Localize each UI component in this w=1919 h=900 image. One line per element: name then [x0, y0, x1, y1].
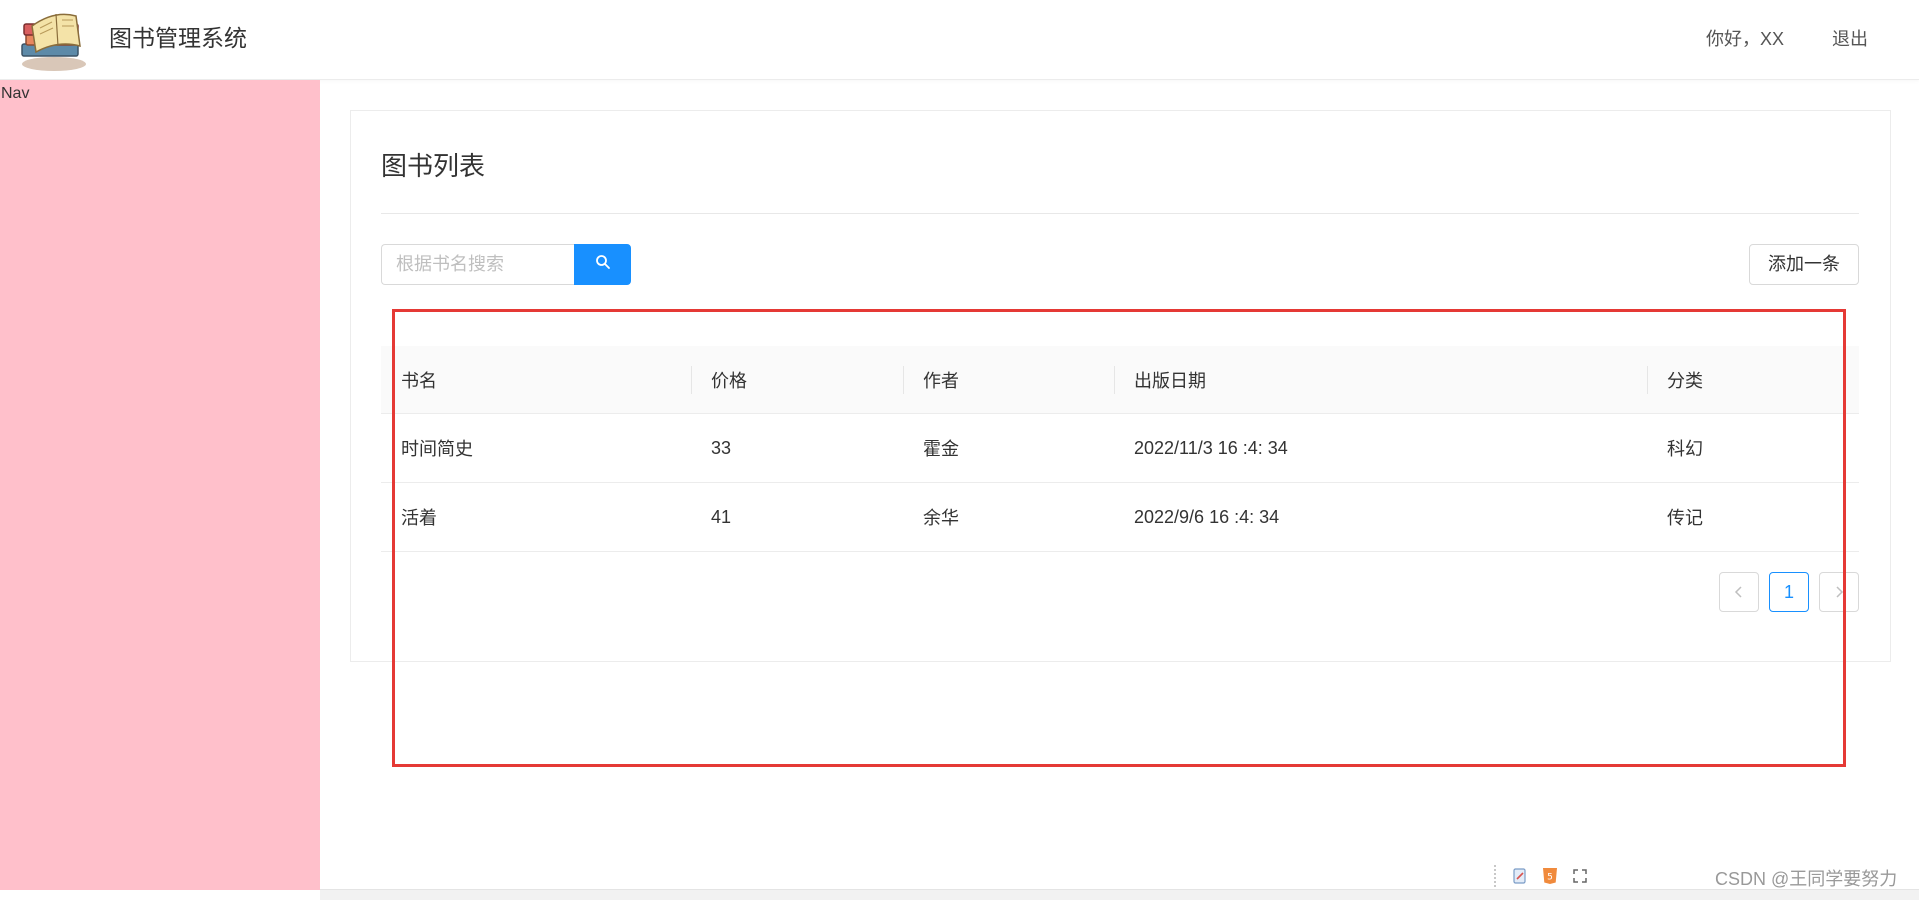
next-page-button[interactable]	[1819, 572, 1859, 612]
search-input[interactable]	[381, 244, 574, 285]
cell-author: 霍金	[923, 439, 959, 459]
table-row[interactable]: 时间简史 33 霍金 2022/11/3 16 :4: 34 科幻	[381, 414, 1859, 483]
floating-toolbar: 5	[1494, 864, 1590, 888]
column-header: 价格	[711, 370, 747, 391]
logout-link[interactable]: 退出	[1832, 27, 1868, 51]
page-number-button[interactable]: 1	[1769, 572, 1809, 612]
edit-icon[interactable]	[1510, 866, 1530, 886]
bottom-scroll-strip	[320, 889, 1919, 900]
column-header: 书名	[401, 370, 437, 391]
column-separator	[1647, 366, 1648, 394]
fullscreen-icon[interactable]	[1570, 866, 1590, 886]
cell-author: 余华	[923, 508, 959, 528]
book-list-card: 图书列表 添加一条 书名 价格 作者 出版日期 分类 时间简史	[350, 110, 1891, 662]
watermark: CSDN @王同学要努力	[1715, 869, 1898, 889]
html5-icon[interactable]: 5	[1540, 866, 1560, 886]
chevron-left-icon	[1733, 582, 1745, 603]
sidebar-nav: Nav	[0, 80, 320, 890]
cell-title: 时间简史	[401, 439, 473, 459]
books-logo-icon	[18, 6, 90, 72]
cell-price: 33	[711, 437, 732, 458]
search-icon	[595, 254, 611, 275]
top-header: 图书管理系统 你好，XX 退出	[0, 0, 1919, 80]
toolbar-drag-handle[interactable]	[1494, 865, 1496, 887]
add-book-button[interactable]: 添加一条	[1749, 244, 1859, 285]
user-greeting: 你好，XX	[1706, 29, 1785, 49]
cell-publish-date: 2022/9/6 16 :4: 34	[1134, 506, 1280, 527]
table-header: 书名 价格 作者 出版日期 分类	[381, 346, 1859, 414]
page-title: 图书列表	[381, 151, 486, 181]
cell-price: 41	[711, 506, 732, 527]
chevron-right-icon	[1833, 582, 1845, 603]
prev-page-button[interactable]	[1719, 572, 1759, 612]
book-table: 书名 价格 作者 出版日期 分类 时间简史 33 霍金 2022/11/3 16…	[381, 346, 1859, 552]
column-separator	[1114, 366, 1115, 394]
cell-publish-date: 2022/11/3 16 :4: 34	[1134, 437, 1288, 458]
table-row[interactable]: 活着 41 余华 2022/9/6 16 :4: 34 传记	[381, 483, 1859, 552]
sidebar-label: Nav	[1, 85, 30, 102]
title-divider	[381, 213, 1859, 214]
search-button[interactable]	[574, 244, 631, 285]
cell-title: 活着	[401, 508, 437, 528]
cell-category: 科幻	[1667, 439, 1703, 459]
column-separator	[903, 366, 904, 394]
app-title: 图书管理系统	[109, 25, 247, 51]
column-header: 分类	[1667, 370, 1703, 391]
column-header: 出版日期	[1134, 370, 1206, 391]
svg-text:5: 5	[1547, 873, 1553, 883]
search-group	[381, 244, 631, 285]
cell-category: 传记	[1667, 508, 1703, 528]
column-separator	[691, 366, 692, 394]
column-header: 作者	[923, 370, 959, 391]
